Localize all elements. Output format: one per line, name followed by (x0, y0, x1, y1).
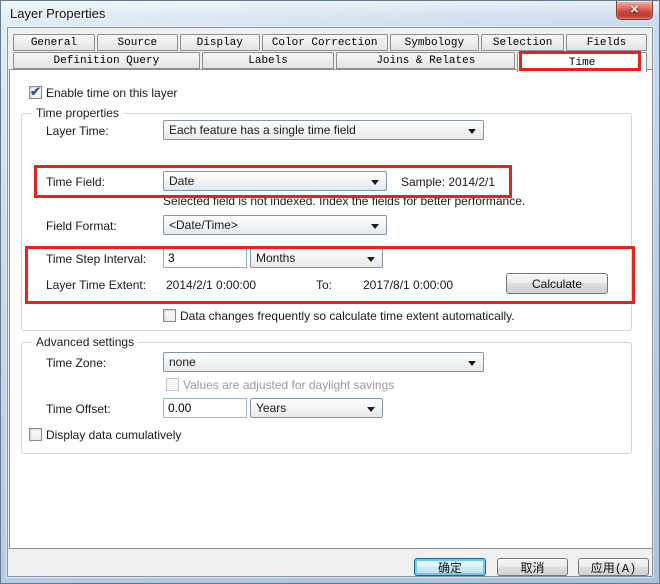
time-step-unit-dropdown[interactable]: Months (250, 248, 383, 268)
extent-to-value: 2017/8/1 0:00:00 (363, 278, 454, 292)
time-step-label: Time Step Interval: (46, 252, 147, 266)
tab-source[interactable]: Source (96, 34, 178, 51)
chevron-down-icon (367, 407, 375, 412)
time-field-dropdown[interactable]: Date (163, 171, 387, 191)
chevron-down-icon (468, 361, 476, 366)
tab-selection[interactable]: Selection (481, 34, 565, 51)
chevron-down-icon (371, 224, 379, 229)
tab-display[interactable]: Display (179, 34, 260, 51)
time-zone-dropdown[interactable]: none (163, 352, 484, 372)
window-title: Layer Properties (10, 6, 106, 21)
cancel-button[interactable]: 取消 (497, 558, 568, 576)
tab-joins-relates[interactable]: Joins & Relates (336, 52, 516, 69)
tab-definition-query[interactable]: Definition Query (13, 52, 200, 69)
chevron-down-icon (367, 257, 375, 262)
extent-to-label: To: (316, 278, 333, 292)
time-offset-input[interactable] (163, 398, 247, 418)
layer-time-label: Layer Time: (46, 124, 109, 138)
layer-properties-dialog: Layer Properties ✕ General Source Displa… (0, 0, 660, 584)
enable-time-checkbox[interactable]: ✔ (29, 84, 42, 99)
close-icon: ✕ (629, 3, 640, 16)
calculate-button[interactable]: Calculate (506, 273, 608, 294)
tab-symbology[interactable]: Symbology (389, 34, 480, 51)
field-format-label: Field Format: (46, 219, 117, 233)
cumulative-label: Display data cumulatively (46, 428, 182, 442)
apply-button[interactable]: 应用(A) (578, 558, 649, 576)
time-field-label: Time Field: (46, 175, 105, 189)
tab-time[interactable]: Time (517, 52, 647, 72)
extent-label: Layer Time Extent: (46, 278, 147, 292)
cumulative-checkbox[interactable] (29, 428, 42, 441)
chevron-down-icon (468, 129, 476, 134)
time-zone-label: Time Zone: (46, 356, 107, 370)
sample-value: Sample: 2014/2/1 (401, 175, 496, 189)
daylight-checkbox (166, 378, 179, 391)
tab-fields[interactable]: Fields (566, 34, 647, 51)
index-warning-text: Selected field is not indexed. Index the… (163, 194, 526, 208)
daylight-label: Values are adjusted for daylight savings (183, 378, 395, 392)
tab-color-correction[interactable]: Color Correction (261, 34, 388, 51)
time-offset-unit-dropdown[interactable]: Years (250, 398, 383, 418)
tab-labels[interactable]: Labels (201, 52, 335, 69)
layer-time-dropdown[interactable]: Each feature has a single time field (163, 120, 484, 140)
close-button[interactable]: ✕ (616, 1, 653, 20)
auto-calc-label: Data changes frequently so calculate tim… (180, 309, 515, 323)
extent-from-value: 2014/2/1 0:00:00 (166, 278, 257, 292)
tab-general[interactable]: General (13, 34, 95, 51)
enable-time-label: Enable time on this layer (46, 86, 178, 100)
chevron-down-icon (371, 180, 379, 185)
auto-calc-checkbox[interactable] (163, 309, 176, 322)
check-icon: ✔ (30, 84, 41, 99)
ok-button[interactable]: 确定 (414, 558, 486, 576)
time-properties-title: Time properties (32, 106, 123, 120)
advanced-settings-title: Advanced settings (32, 335, 139, 349)
time-offset-label: Time Offset: (46, 402, 111, 416)
time-step-input[interactable] (163, 248, 247, 268)
field-format-dropdown[interactable]: <Date/Time> (163, 215, 387, 235)
tab-row-1: General Source Display Color Correction … (13, 34, 647, 51)
